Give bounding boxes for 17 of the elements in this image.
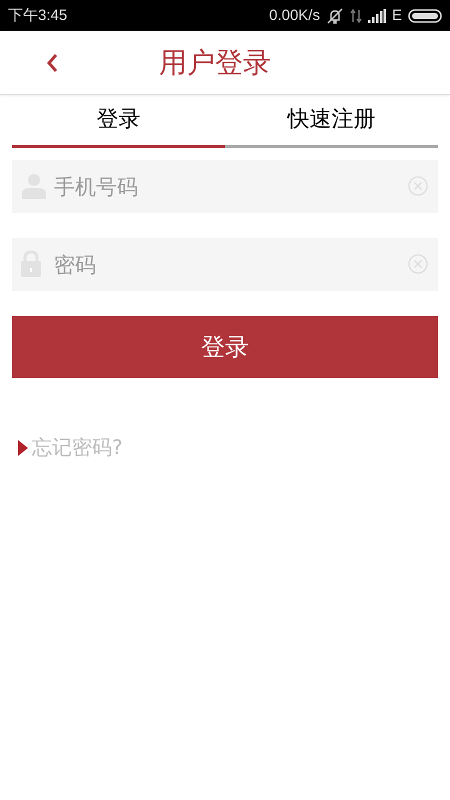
muted-bell-icon [326,8,344,24]
phone-field[interactable]: 手机号码 [12,160,438,213]
network-speed: 0.00K/s [269,7,320,24]
clear-icon[interactable] [408,176,428,196]
login-button[interactable]: 登录 [12,316,438,378]
clear-icon[interactable] [408,254,428,274]
status-time: 下午3:45 [8,6,68,25]
signal-icon [368,8,386,22]
tab[interactable]: 快速注册 [225,95,438,148]
triangle-icon [18,440,28,456]
network-type: E [392,7,402,24]
page-title: 用户登录 [159,44,271,80]
data-arrows-icon [350,8,362,24]
tab[interactable]: 登录 [12,95,225,148]
password-field[interactable]: 密码 [12,238,438,291]
back-icon[interactable] [45,52,59,74]
battery-icon [408,8,442,22]
